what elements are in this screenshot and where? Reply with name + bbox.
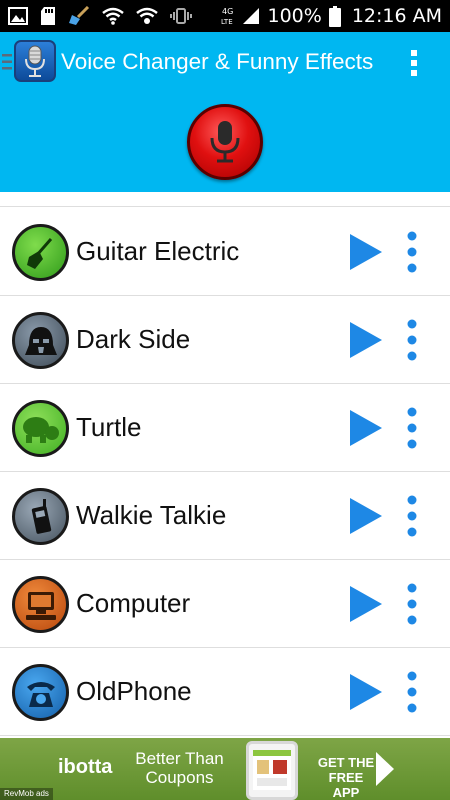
item-options-icon[interactable]	[403, 494, 421, 538]
effect-item-walkie-talkie[interactable]: Walkie Talkie	[0, 472, 450, 560]
effect-name: OldPhone	[76, 676, 192, 706]
item-options-icon[interactable]	[403, 230, 421, 274]
record-button[interactable]	[187, 104, 263, 180]
guitar-icon	[12, 224, 69, 281]
effect-name: Guitar Electric	[76, 236, 240, 266]
wifi-calling-icon	[136, 7, 158, 24]
ad-tagline: Better Than Coupons	[135, 749, 224, 787]
status-bar: 4G LTE 100% 12:16 AM	[0, 0, 450, 32]
play-button[interactable]	[348, 584, 384, 624]
app-title: Voice Changer & Funny Effects	[61, 49, 374, 74]
battery-percentage: 100%	[267, 5, 322, 27]
broom-icon	[69, 6, 90, 25]
effect-name: Dark Side	[76, 324, 191, 354]
gallery-icon	[8, 7, 28, 25]
sd-card-icon	[41, 7, 55, 25]
drawer-icon[interactable]	[2, 52, 12, 72]
ad-arrow-icon	[376, 752, 394, 786]
effect-item-oldphone[interactable]: OldPhone	[0, 648, 450, 736]
clock: 12:16 AM	[351, 5, 442, 27]
dark-helmet-icon	[12, 312, 69, 369]
effect-name: Walkie Talkie	[76, 500, 227, 530]
overflow-menu-icon[interactable]	[407, 48, 421, 78]
effect-item-computer[interactable]: Computer	[0, 560, 450, 648]
svg-text:4G: 4G	[222, 7, 233, 16]
old-phone-icon	[12, 664, 69, 721]
turtle-icon	[12, 400, 69, 457]
ad-attribution: RevMob ads	[0, 788, 53, 800]
item-options-icon[interactable]	[403, 406, 421, 450]
system-status: 4G LTE 100% 12:16 AM	[221, 5, 442, 27]
computer-icon	[12, 576, 69, 633]
play-button[interactable]	[348, 496, 384, 536]
play-button[interactable]	[348, 232, 384, 272]
app-logo	[14, 40, 56, 82]
walkie-talkie-icon	[12, 488, 69, 545]
item-options-icon[interactable]	[403, 582, 421, 626]
item-options-icon[interactable]	[403, 670, 421, 714]
effect-name: Computer	[76, 588, 191, 618]
ad-banner[interactable]: ibotta Better Than Coupons GET THE FREE …	[0, 738, 450, 800]
notification-icons	[8, 6, 192, 26]
svg-text:LTE: LTE	[221, 18, 233, 26]
ad-brand: ibotta	[58, 756, 113, 778]
effect-item-dark-side[interactable]: Dark Side	[0, 296, 450, 384]
microphone-icon	[210, 121, 240, 163]
vibrate-icon	[170, 8, 192, 24]
play-button[interactable]	[348, 320, 384, 360]
list-divider	[0, 206, 450, 207]
wifi-icon	[102, 7, 124, 25]
app-logo-microphone-icon	[25, 45, 45, 77]
app-bar: Voice Changer & Funny Effects	[0, 32, 450, 192]
lte-icon: 4G LTE	[221, 7, 233, 26]
battery-icon	[328, 5, 341, 27]
ad-phone-image	[246, 741, 298, 800]
effect-item-guitar-electric[interactable]: Guitar Electric	[0, 208, 450, 296]
effect-item-turtle[interactable]: Turtle	[0, 384, 450, 472]
play-button[interactable]	[348, 408, 384, 448]
signal-icon	[243, 8, 260, 24]
item-options-icon[interactable]	[403, 318, 421, 362]
ad-cta: GET THE FREE APP	[317, 755, 375, 800]
play-button[interactable]	[348, 672, 384, 712]
effect-name: Turtle	[76, 412, 142, 442]
